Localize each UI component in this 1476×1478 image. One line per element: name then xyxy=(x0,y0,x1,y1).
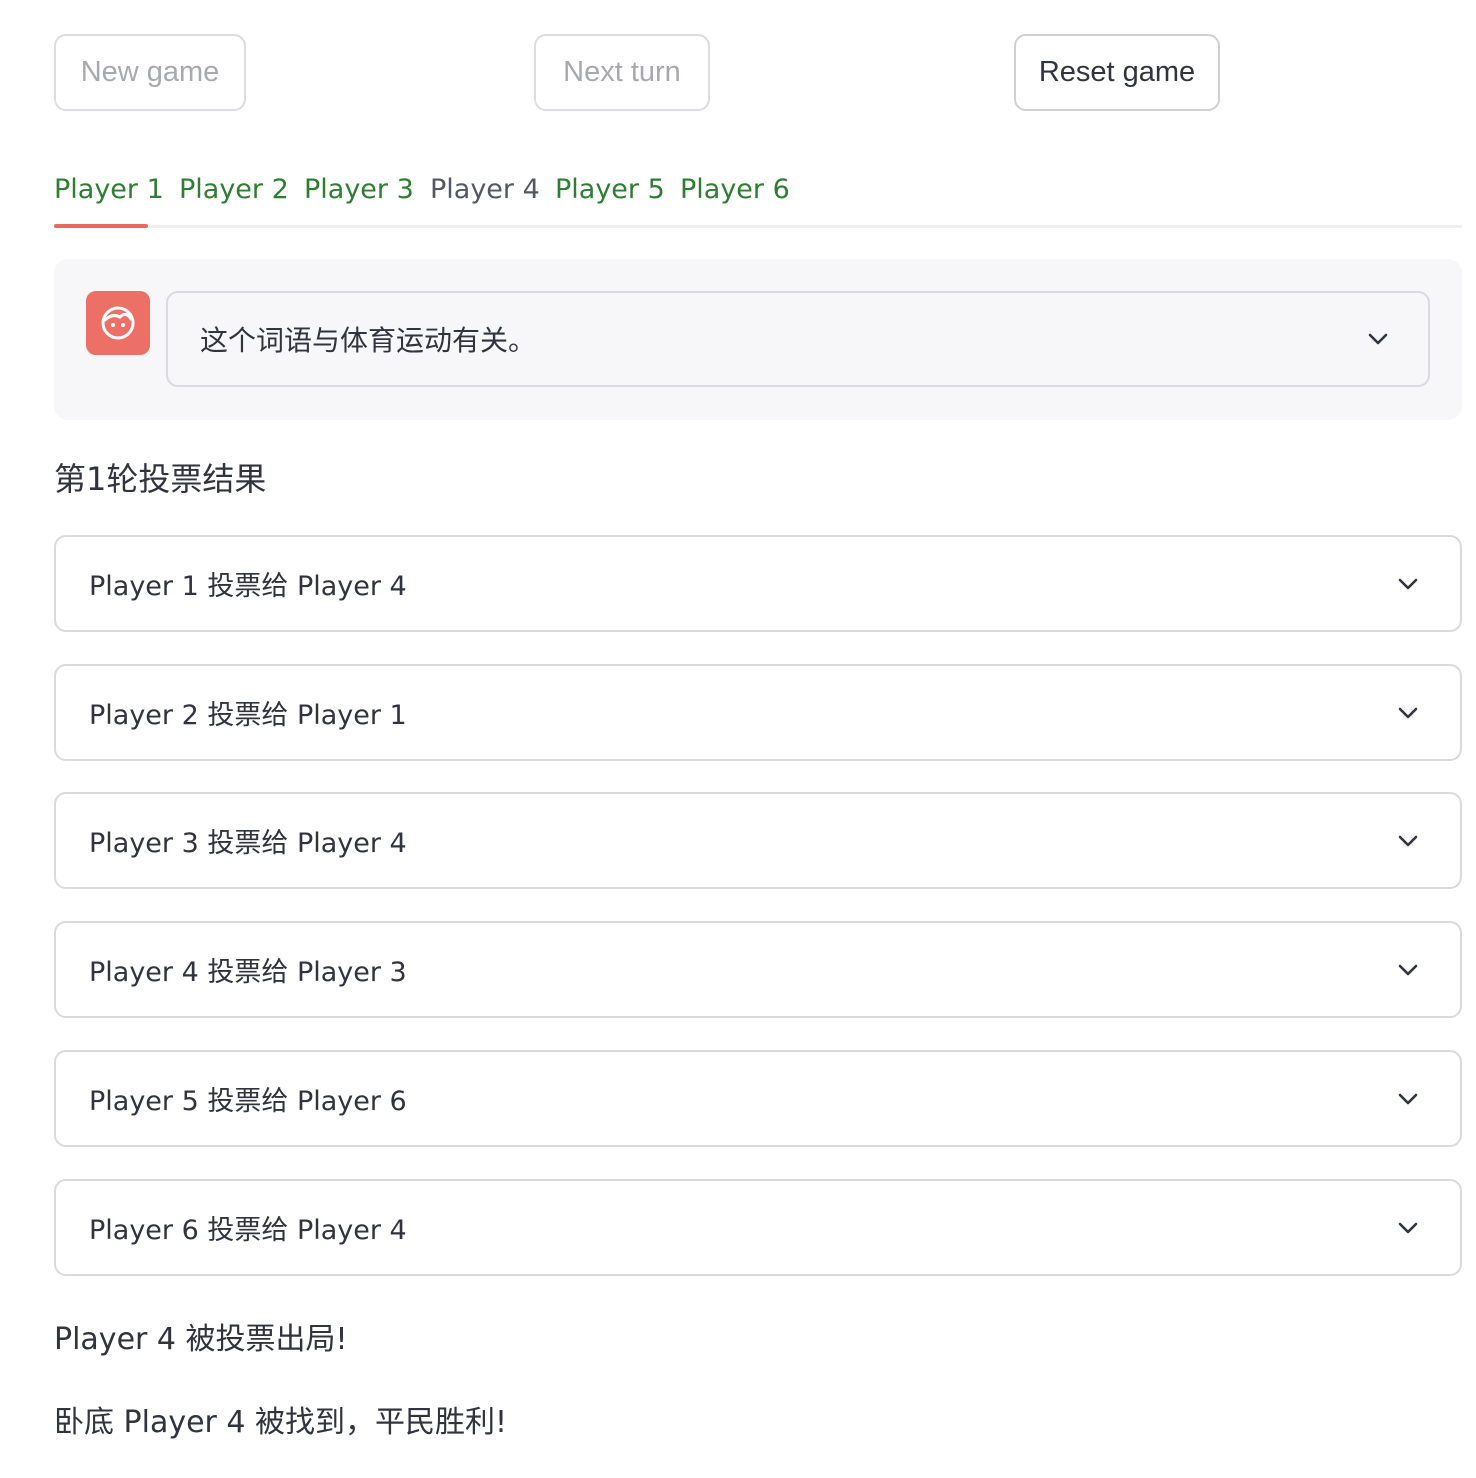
vote-expander[interactable]: Player 3 投票给 Player 4 xyxy=(54,792,1462,889)
page: New game Next turn Reset game Player 1 P… xyxy=(0,0,1476,1478)
vote-label: Player 6 投票给 Player 4 xyxy=(89,1215,407,1246)
eliminated-message: Player 4 被投票出局! xyxy=(54,1322,348,1357)
vote-expander[interactable]: Player 1 投票给 Player 4 xyxy=(54,535,1462,632)
vote-label: Player 4 投票给 Player 3 xyxy=(89,957,407,988)
chevron-down-icon xyxy=(1398,707,1418,718)
tab-player-6[interactable]: Player 6 xyxy=(680,150,790,228)
vote-expander[interactable]: Player 2 投票给 Player 1 xyxy=(54,664,1462,761)
face-icon xyxy=(101,306,135,340)
vote-expander[interactable]: Player 4 投票给 Player 3 xyxy=(54,921,1462,1018)
chevron-down-icon xyxy=(1398,1093,1418,1104)
chevron-down-icon xyxy=(1398,578,1418,589)
tab-player-4[interactable]: Player 4 xyxy=(430,150,540,228)
avatar xyxy=(86,291,150,355)
chat-message-container: 这个词语与体育运动有关。 xyxy=(54,259,1462,420)
vote-label: Player 1 投票给 Player 4 xyxy=(89,571,407,602)
chevron-down-icon xyxy=(1368,333,1388,345)
player-tabs: Player 1 Player 2 Player 3 Player 4 Play… xyxy=(54,150,1462,228)
vote-label: Player 2 投票给 Player 1 xyxy=(89,700,407,731)
vote-label: Player 5 投票给 Player 6 xyxy=(89,1086,407,1117)
vote-expander[interactable]: Player 6 投票给 Player 4 xyxy=(54,1179,1462,1276)
chevron-down-icon xyxy=(1398,835,1418,846)
active-tab-indicator xyxy=(54,224,148,228)
chevron-down-icon xyxy=(1398,1222,1418,1233)
chat-message-expander[interactable]: 这个词语与体育运动有关。 xyxy=(166,291,1430,387)
tab-player-3[interactable]: Player 3 xyxy=(304,150,414,228)
vote-label: Player 3 投票给 Player 4 xyxy=(89,828,407,859)
chevron-down-icon xyxy=(1398,964,1418,975)
outcome-message: 卧底 Player 4 被找到，平民胜利! xyxy=(54,1405,508,1440)
tab-player-2[interactable]: Player 2 xyxy=(179,150,289,228)
tab-player-1[interactable]: Player 1 xyxy=(54,150,164,228)
tab-player-5[interactable]: Player 5 xyxy=(555,150,665,228)
vote-expander[interactable]: Player 5 投票给 Player 6 xyxy=(54,1050,1462,1147)
new-game-button[interactable]: New game xyxy=(54,34,246,111)
reset-game-button[interactable]: Reset game xyxy=(1014,34,1220,111)
next-turn-button[interactable]: Next turn xyxy=(534,34,710,111)
chat-message-text: 这个词语与体育运动有关。 xyxy=(200,324,537,357)
round-vote-title: 第1轮投票结果 xyxy=(54,460,267,498)
